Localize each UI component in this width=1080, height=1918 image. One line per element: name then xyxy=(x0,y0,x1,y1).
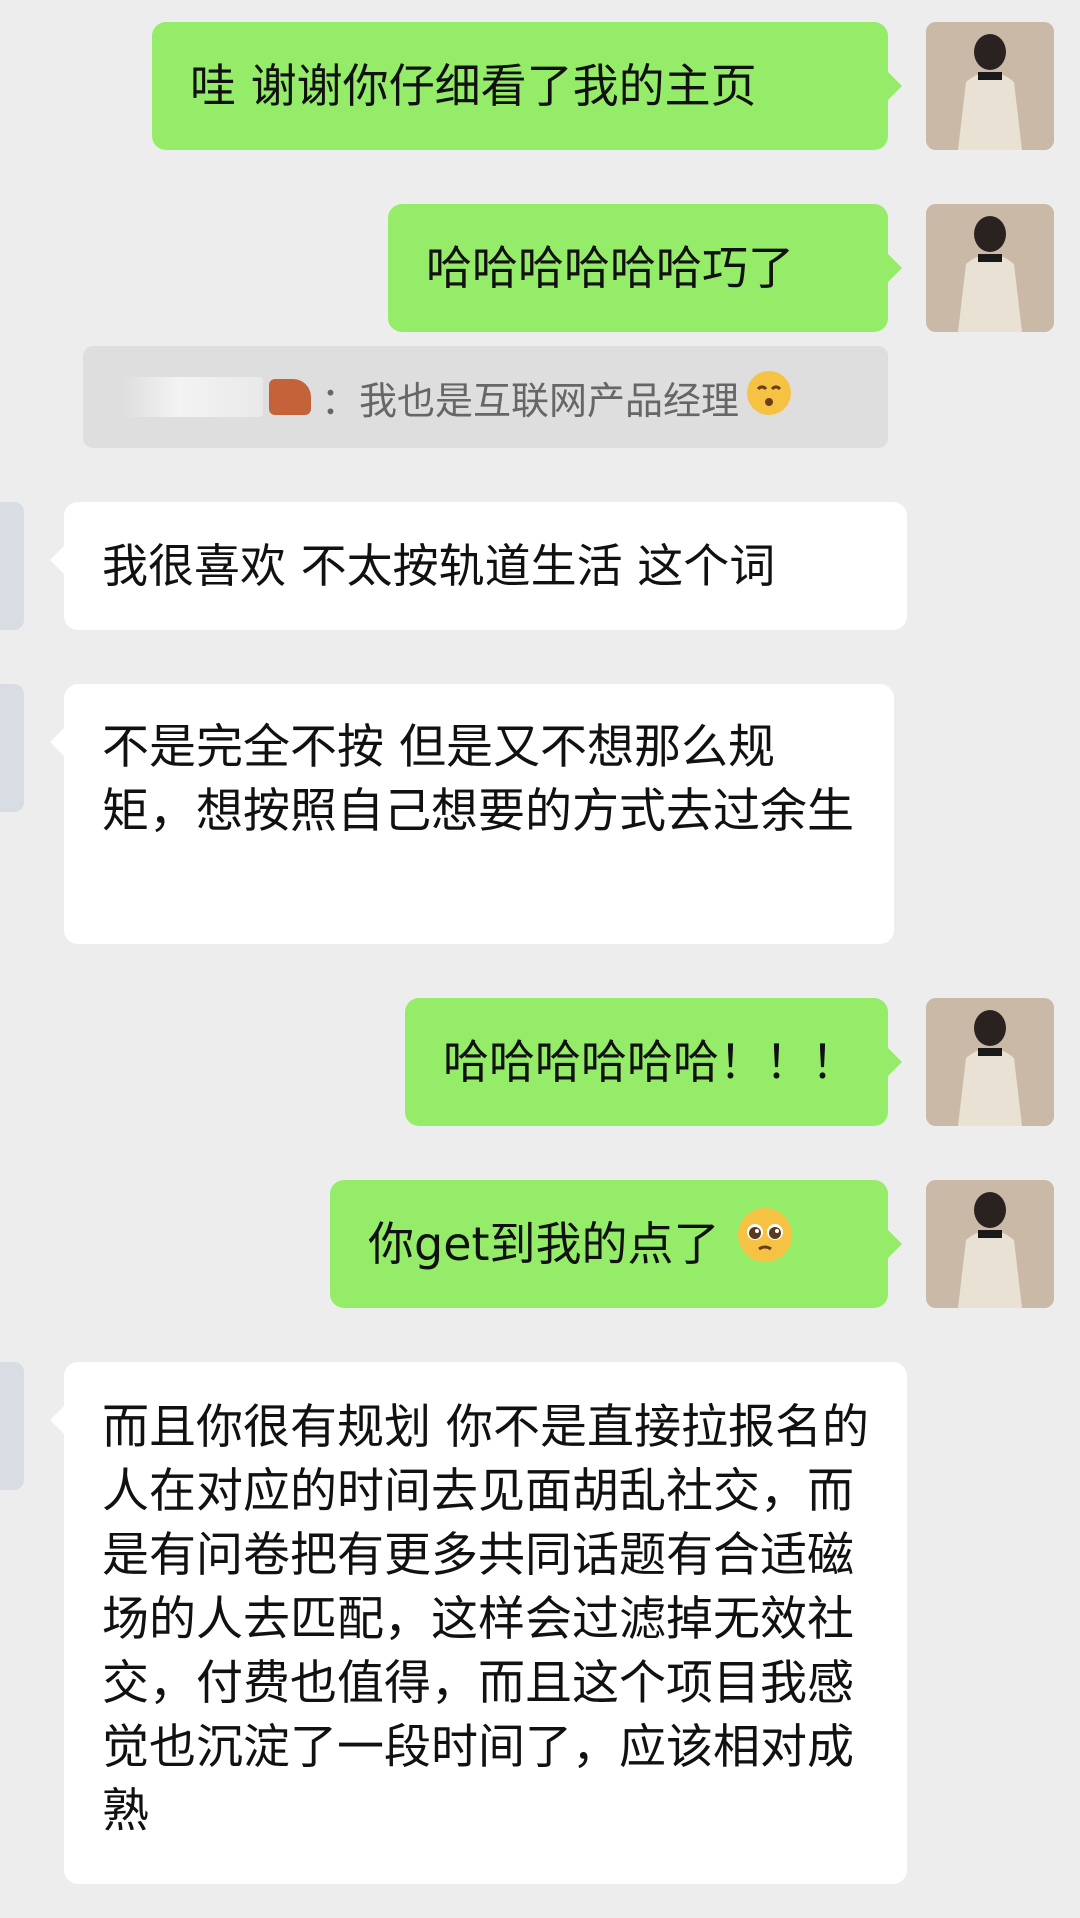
redacted-name xyxy=(123,377,263,417)
outgoing-message[interactable]: 哇 谢谢你仔细看了我的主页 xyxy=(152,22,902,150)
incoming-message[interactable]: 不是完全不按 但是又不想那么规矩，想按照自己想要的方式去过余生 xyxy=(50,684,894,944)
outgoing-message[interactable]: 哈哈哈哈哈哈！！！ xyxy=(405,998,902,1126)
contact-avatar[interactable] xyxy=(0,1362,24,1490)
self-avatar[interactable] xyxy=(926,204,1054,332)
pleading-face-emoji xyxy=(736,1184,794,1312)
message-text: 而且你很有规划 你不是直接拉报名的人在对应的时间去见面胡乱社交，而是有问卷把有更… xyxy=(102,1400,869,1839)
contact-avatar[interactable] xyxy=(0,502,24,630)
outgoing-message[interactable]: 哈哈哈哈哈哈巧了 xyxy=(388,204,902,332)
message-text: 我很喜欢 不太按轨道生活 这个词 xyxy=(102,539,776,593)
quote-separator: ： xyxy=(321,378,360,423)
sender-icon xyxy=(269,379,311,415)
contact-avatar[interactable] xyxy=(0,684,24,812)
self-avatar[interactable] xyxy=(926,22,1054,150)
kiss-face-emoji xyxy=(745,369,793,426)
message-text: 你get到我的点了 xyxy=(368,1217,720,1271)
outgoing-message[interactable]: 你get到我的点了 xyxy=(330,1180,902,1308)
quote-text: 我也是互联网产品经理 xyxy=(359,378,740,423)
incoming-message[interactable]: 而且你很有规划 你不是直接拉报名的人在对应的时间去见面胡乱社交，而是有问卷把有更… xyxy=(50,1362,907,1884)
message-text: 哇 谢谢你仔细看了我的主页 xyxy=(190,59,757,113)
message-text: 哈哈哈哈哈哈！！！ xyxy=(443,1035,857,1089)
self-avatar[interactable] xyxy=(926,1180,1054,1308)
message-text: 哈哈哈哈哈哈巧了 xyxy=(426,241,794,295)
self-avatar[interactable] xyxy=(926,998,1054,1126)
message-text: 不是完全不按 但是又不想那么规矩，想按照自己想要的方式去过余生 xyxy=(102,720,854,839)
incoming-message[interactable]: 我很喜欢 不太按轨道生活 这个词 xyxy=(50,502,907,630)
quoted-message[interactable]: ： 我也是互联网产品经理 xyxy=(83,346,888,448)
